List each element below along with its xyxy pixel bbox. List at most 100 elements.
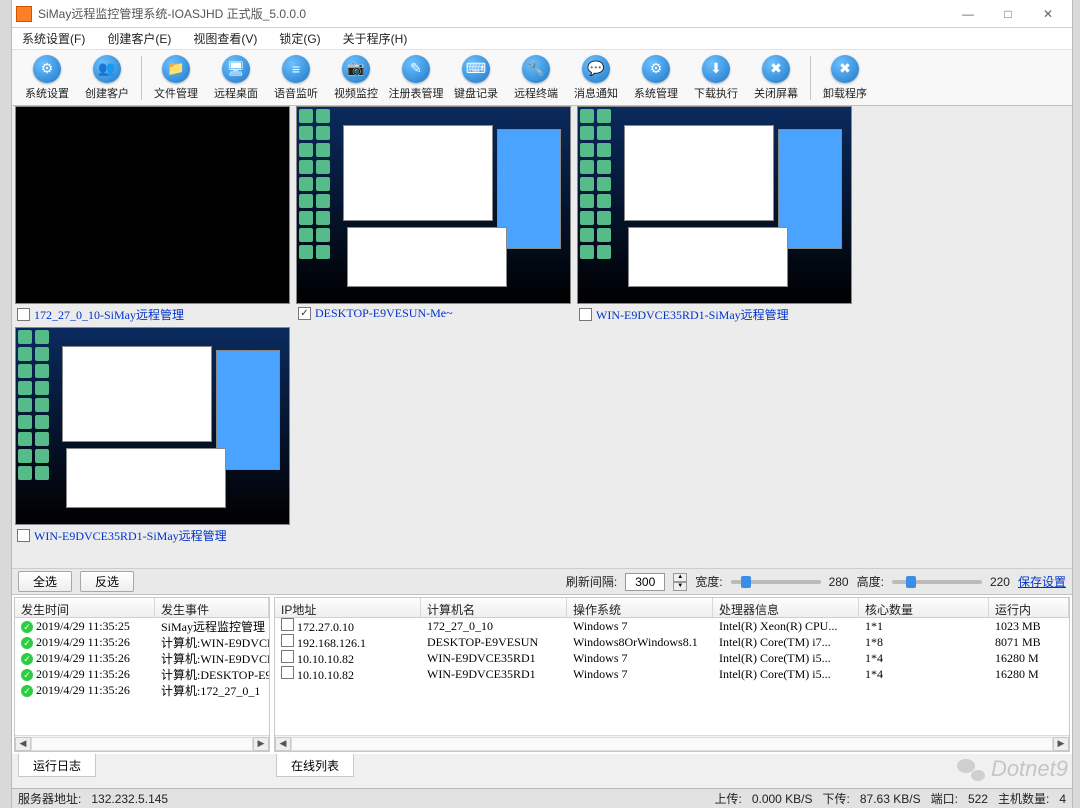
- thumb-screenshot[interactable]: [15, 327, 290, 525]
- tool-icon: 📷: [342, 55, 370, 83]
- col-host[interactable]: 计算机名: [421, 598, 567, 617]
- log-row[interactable]: ✓2019/4/29 11:35:26计算机:DESKTOP-E9: [15, 666, 269, 682]
- thumb-card[interactable]: 172_27_0_10-SiMay远程管理: [15, 106, 290, 325]
- status-server: 132.232.5.145: [91, 792, 168, 806]
- close-button[interactable]: ✕: [1028, 3, 1068, 25]
- tool-icon: ✖: [831, 55, 859, 83]
- log-hscroll[interactable]: ◀▶: [15, 735, 269, 751]
- log-row[interactable]: ✓2019/4/29 11:35:25SiMay远程监控管理: [15, 618, 269, 634]
- tool-label: 文件管理: [154, 85, 198, 101]
- tool-消息通知[interactable]: 💬 消息通知: [567, 52, 625, 104]
- tab-log[interactable]: 运行日志: [18, 754, 96, 777]
- tool-label: 注册表管理: [389, 85, 444, 101]
- ok-icon: ✓: [21, 669, 33, 681]
- host-row[interactable]: 10.10.10.82 WIN-E9DVCE35RD1 Windows 7 In…: [275, 650, 1069, 666]
- tool-关闭屏幕[interactable]: ✖关闭屏幕: [747, 52, 805, 104]
- status-hosts: 4: [1059, 792, 1066, 806]
- status-down: 87.63 KB/S: [860, 792, 921, 806]
- height-slider[interactable]: [892, 580, 982, 584]
- height-value: 220: [990, 575, 1010, 589]
- tool-远程桌面[interactable]: 🖥远程桌面: [207, 52, 265, 104]
- tool-创建客户[interactable]: 👥创建客户: [78, 52, 136, 104]
- log-row[interactable]: ✓2019/4/29 11:35:26计算机:172_27_0_1: [15, 682, 269, 698]
- thumb-card[interactable]: DESKTOP-E9VESUN-Me~: [296, 106, 571, 325]
- tool-icon: ⚙: [642, 55, 670, 83]
- tool-语音监听[interactable]: ≡语音监听: [267, 52, 325, 104]
- log-rows: ✓2019/4/29 11:35:25SiMay远程监控管理✓2019/4/29…: [15, 618, 269, 735]
- col-cpu[interactable]: 处理器信息: [713, 598, 859, 617]
- thumb-screenshot[interactable]: [296, 106, 571, 304]
- host-row[interactable]: 10.10.10.82 WIN-E9DVCE35RD1 Windows 7 In…: [275, 666, 1069, 682]
- tool-下载执行[interactable]: ⬇下载执行: [687, 52, 745, 104]
- menu-view[interactable]: 视图查看(V): [189, 28, 261, 49]
- maximize-button[interactable]: □: [988, 3, 1028, 25]
- minimize-button[interactable]: —: [948, 3, 988, 25]
- status-down-label: 下传:: [823, 790, 850, 807]
- status-up-label: 上传:: [714, 790, 741, 807]
- host-checkbox[interactable]: [281, 666, 294, 679]
- menu-about[interactable]: 关于程序(H): [339, 28, 412, 49]
- menu-bar: 系统设置(F) 创建客户(E) 视图查看(V) 锁定(G) 关于程序(H): [12, 28, 1072, 50]
- host-row[interactable]: 192.168.126.1 DESKTOP-E9VESUN Windows8Or…: [275, 634, 1069, 650]
- ok-icon: ✓: [21, 653, 33, 665]
- tool-icon: ⚙: [33, 55, 61, 83]
- refresh-interval-label: 刷新间隔:: [566, 573, 617, 590]
- col-os[interactable]: 操作系统: [567, 598, 713, 617]
- tool-icon: ⌨: [462, 55, 490, 83]
- width-value: 280: [829, 575, 849, 589]
- ok-icon: ✓: [21, 621, 33, 633]
- width-slider[interactable]: [731, 580, 821, 584]
- window-title: SiMay远程监控管理系统-IOASJHD 正式版_5.0.0.0: [38, 5, 948, 22]
- tool-icon: 👥: [93, 55, 121, 83]
- tool-注册表管理[interactable]: ✎注册表管理: [387, 52, 445, 104]
- thumbnail-grid: 172_27_0_10-SiMay远程管理 DESKTOP-E9VESUN-Me…: [12, 106, 1072, 568]
- tool-icon: 📁: [162, 55, 190, 83]
- col-cores[interactable]: 核心数量: [859, 598, 989, 617]
- log-row[interactable]: ✓2019/4/29 11:35:26计算机:WIN-E9DVCE: [15, 634, 269, 650]
- tool-label: 视频监控: [334, 85, 378, 101]
- thumb-checkbox[interactable]: [298, 307, 311, 320]
- log-row[interactable]: ✓2019/4/29 11:35:26计算机:WIN-E9DVCE: [15, 650, 269, 666]
- thumb-card[interactable]: WIN-E9DVCE35RD1-SiMay远程管理: [15, 327, 290, 546]
- height-label: 高度:: [857, 573, 884, 590]
- thumb-checkbox[interactable]: [579, 308, 592, 321]
- tool-icon: 🔧: [522, 55, 550, 83]
- refresh-interval-input[interactable]: 300: [625, 573, 665, 591]
- thumb-checkbox[interactable]: [17, 308, 30, 321]
- thumb-card[interactable]: WIN-E9DVCE35RD1-SiMay远程管理: [577, 106, 852, 325]
- status-hosts-label: 主机数量:: [998, 790, 1049, 807]
- col-time[interactable]: 发生时间: [15, 598, 155, 617]
- tool-系统设置[interactable]: ⚙系统设置: [18, 52, 76, 104]
- save-settings-link[interactable]: 保存设置: [1018, 573, 1066, 590]
- invert-select-button[interactable]: 反选: [80, 571, 134, 592]
- tab-online[interactable]: 在线列表: [276, 754, 354, 777]
- tool-视频监控[interactable]: 📷 视频监控: [327, 52, 385, 104]
- tool-icon: 💬: [582, 55, 610, 83]
- tool-文件管理[interactable]: 📁 文件管理: [147, 52, 205, 104]
- thumb-screenshot[interactable]: [577, 106, 852, 304]
- thumb-screenshot[interactable]: [15, 106, 290, 304]
- refresh-stepper[interactable]: ▲▼: [673, 573, 687, 591]
- menu-system-settings[interactable]: 系统设置(F): [18, 28, 89, 49]
- select-all-button[interactable]: 全选: [18, 571, 72, 592]
- tool-键盘记录[interactable]: ⌨键盘记录: [447, 52, 505, 104]
- host-checkbox[interactable]: [281, 618, 294, 631]
- host-checkbox[interactable]: [281, 634, 294, 647]
- thumb-label-text: WIN-E9DVCE35RD1-SiMay远程管理: [596, 306, 789, 323]
- host-hscroll[interactable]: ◀▶: [275, 735, 1069, 751]
- host-row[interactable]: 172.27.0.10 172_27_0_10 Windows 7 Intel(…: [275, 618, 1069, 634]
- thumb-checkbox[interactable]: [17, 529, 30, 542]
- ok-icon: ✓: [21, 637, 33, 649]
- col-mem[interactable]: 运行内: [989, 598, 1069, 617]
- width-label: 宽度:: [695, 573, 722, 590]
- col-event[interactable]: 发生事件: [155, 598, 269, 617]
- tool-icon: ⬇: [702, 55, 730, 83]
- tool-远程终端[interactable]: 🔧远程终端: [507, 52, 565, 104]
- tool-卸载程序[interactable]: ✖卸载程序: [816, 52, 874, 104]
- tool-系统管理[interactable]: ⚙系统管理: [627, 52, 685, 104]
- menu-create-client[interactable]: 创建客户(E): [103, 28, 175, 49]
- menu-lock[interactable]: 锁定(G): [275, 28, 324, 49]
- col-ip[interactable]: IP地址: [275, 598, 421, 617]
- tool-label: 消息通知: [574, 85, 618, 101]
- host-checkbox[interactable]: [281, 650, 294, 663]
